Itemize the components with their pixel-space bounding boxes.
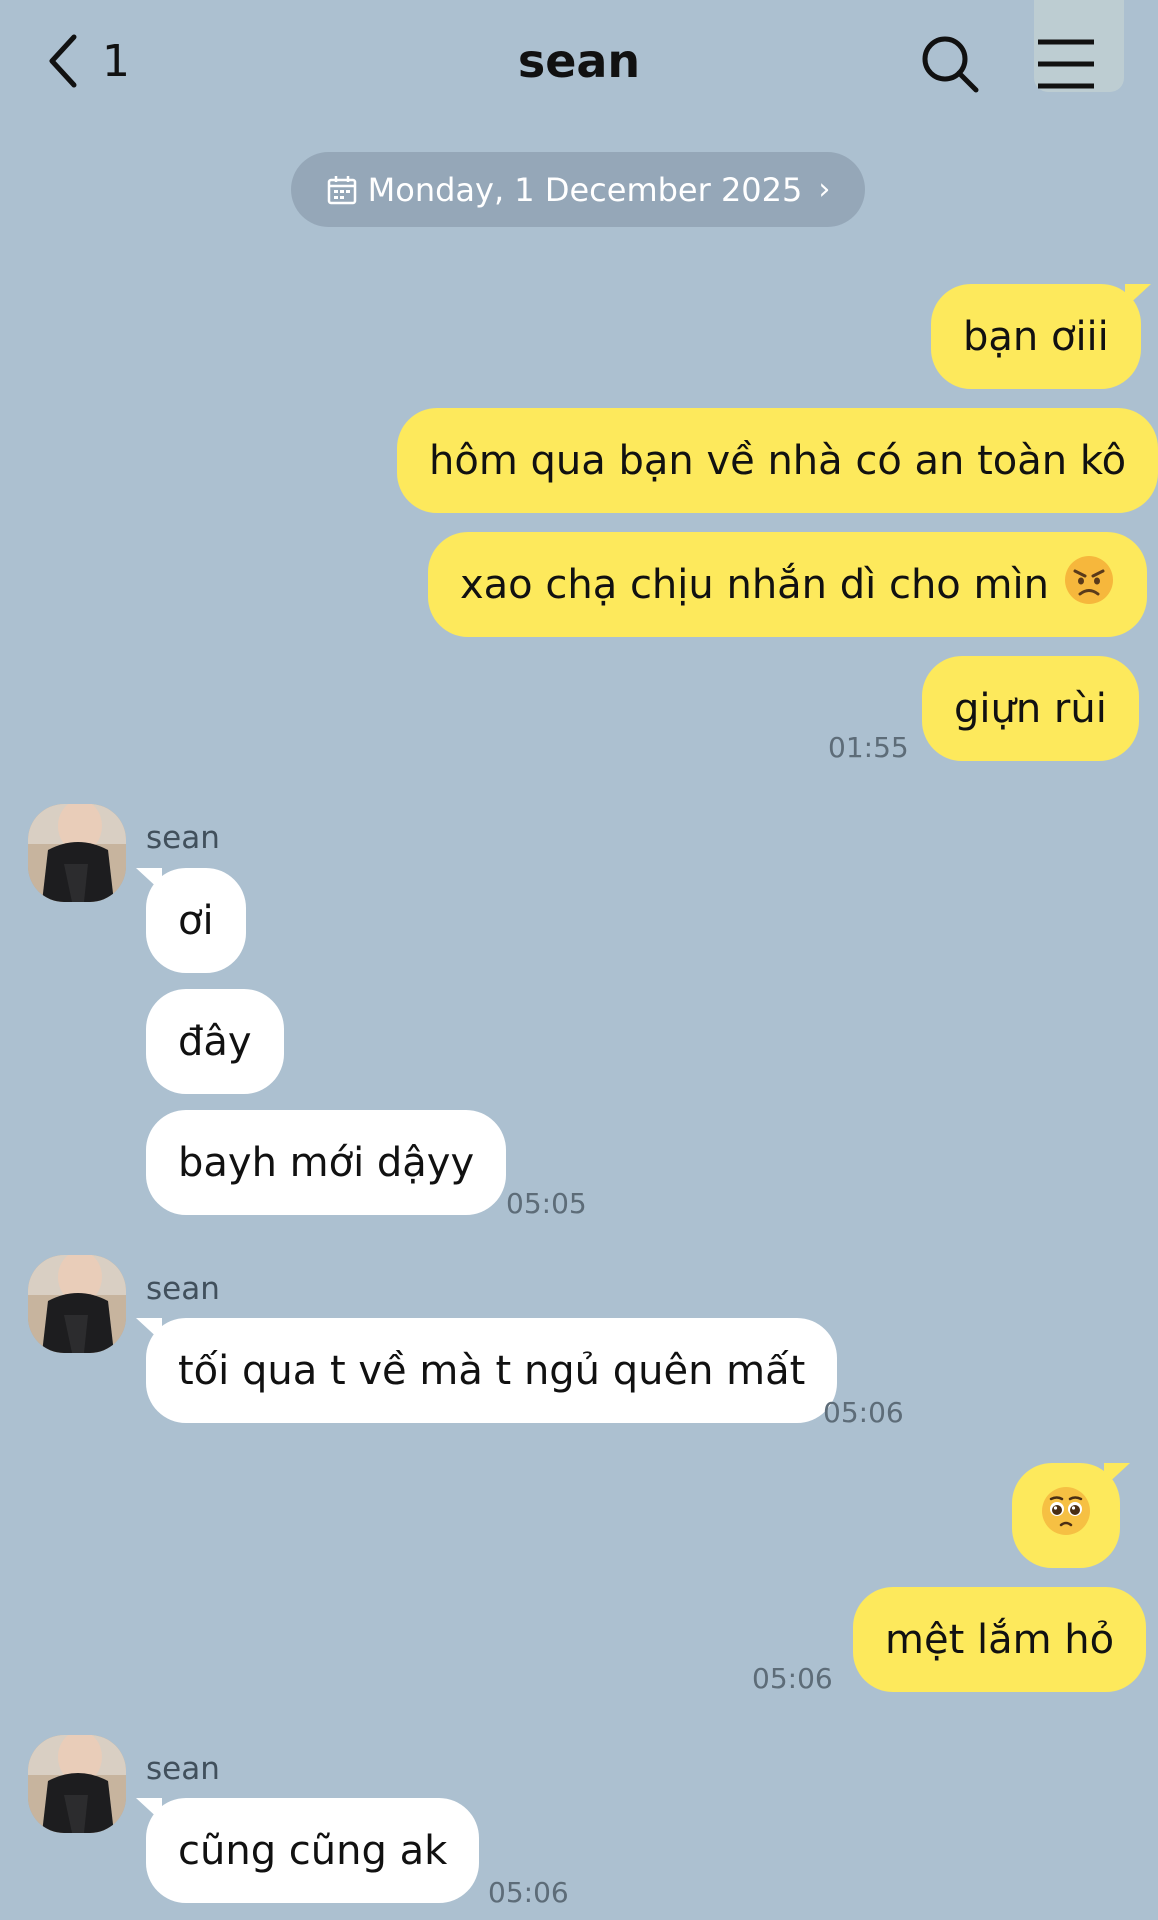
message-bubble-outgoing[interactable]: bạn ơiii [931,284,1151,389]
message-bubble-incoming[interactable]: tối qua t về mà t ngủ quên mất [135,1318,838,1423]
chat-header: 1 sean [0,0,1158,130]
hamburger-menu-icon[interactable] [1034,32,1098,96]
calendar-icon [327,175,356,204]
message-bubble-incoming[interactable]: đây [146,989,284,1094]
message-text: tối qua t về mà t ngủ quên mất [178,1347,806,1394]
avatar[interactable] [28,804,126,902]
message-timestamp: 05:06 [488,1876,569,1909]
message-timestamp: 05:06 [752,1662,833,1695]
search-icon[interactable] [918,32,982,96]
message-text: xao chạ chịu nhắn dì cho mìn [460,561,1049,608]
avatar[interactable] [28,1735,126,1833]
angry-face-emoji [1063,554,1115,616]
message-text: giựn rùi [954,685,1107,732]
pleading-face-emoji [1040,1485,1092,1547]
message-bubble-outgoing[interactable]: xao chạ chịu nhắn dì cho mìn [428,532,1147,637]
message-bubble-outgoing[interactable]: hôm qua bạn về nhà có an toàn kô [397,408,1158,513]
sender-name: sean [146,820,220,856]
message-bubble-outgoing[interactable] [1012,1463,1130,1568]
message-text: đây [178,1018,252,1065]
message-timestamp: 05:06 [823,1396,904,1429]
chevron-right-icon: › [818,172,831,207]
message-timestamp: 01:55 [828,731,909,764]
message-bubble-outgoing[interactable]: mệt lắm hỏ [853,1587,1147,1692]
message-text: bayh mới dậyy [178,1139,475,1186]
message-text: bạn ơiii [963,313,1109,360]
message-text: mệt lắm hỏ [885,1616,1115,1663]
message-bubble-outgoing[interactable]: giựn rùi [922,656,1139,761]
message-timestamp: 05:05 [506,1187,587,1220]
message-text: hôm qua bạn về nhà có an toàn kô [429,437,1127,484]
chat-title: sean [517,34,641,88]
message-bubble-incoming[interactable]: cũng cũng ak [135,1798,480,1903]
message-text: cũng cũng ak [178,1827,448,1874]
message-bubble-incoming[interactable]: ơi [136,868,246,973]
date-label: Monday, 1 December 2025 [367,170,803,209]
sender-name: sean [146,1751,220,1787]
message-text: ơi [178,897,214,944]
avatar[interactable] [28,1255,126,1353]
date-separator[interactable]: Monday, 1 December 2025 › [291,152,865,227]
message-bubble-incoming[interactable]: bayh mới dậyy [146,1110,507,1215]
sender-name: sean [146,1271,220,1307]
